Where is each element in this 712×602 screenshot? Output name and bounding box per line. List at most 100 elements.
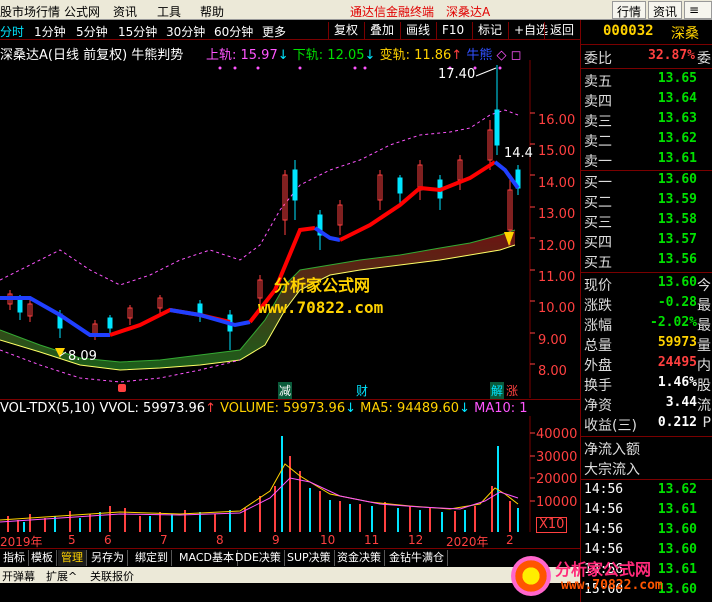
volume-scale: X10	[536, 517, 568, 533]
ask-row[interactable]: 卖四 13.64	[581, 91, 712, 110]
stat-row: 收益(三) 0.212 P	[581, 415, 712, 434]
volume-indicator-name: VOL-TDX(5,10)	[0, 401, 96, 416]
stat-value: -2.02%	[650, 315, 697, 330]
period-tab-timeshare[interactable]: 分时	[0, 23, 24, 40]
back-button[interactable]: 返回	[544, 22, 579, 39]
bid-row[interactable]: 买二 13.59	[581, 192, 712, 211]
watermark-url: www.70822.com	[258, 298, 384, 317]
volume-header: VOL-TDX(5,10) VVOL: 59973.96↑ VOLUME: 59…	[0, 399, 580, 416]
stat-value: 0.212	[657, 415, 697, 430]
bid-row[interactable]: 买一 13.60	[581, 172, 712, 191]
tab-template[interactable]: 模板	[28, 550, 57, 566]
expand-button[interactable]: 扩展^	[46, 568, 77, 584]
ask-label: 卖五	[584, 74, 612, 90]
period-tab-5min[interactable]: 5分钟	[76, 23, 108, 40]
stock-code: 000032	[603, 23, 654, 39]
price-tick: 10.00	[538, 301, 576, 317]
ask-price: 13.65	[657, 71, 697, 86]
stat-label: 现价	[584, 278, 612, 294]
ask-price: 13.61	[657, 151, 697, 166]
stat-value: 59973	[657, 335, 697, 350]
period-tab-15min[interactable]: 15分钟	[118, 23, 157, 40]
stat-row: 换手 1.46% 股	[581, 375, 712, 394]
tab-bind-to[interactable]: 绑定到	[132, 550, 172, 566]
period-tab-60min[interactable]: 60分钟	[214, 23, 253, 40]
tick-price: 13.60	[657, 522, 697, 537]
period-tab-more[interactable]: 更多	[262, 23, 286, 40]
brand-text: 分析家公式网	[555, 560, 652, 579]
period-tab-1min[interactable]: 1分钟	[34, 23, 66, 40]
menu-item-news[interactable]: 资讯	[113, 3, 137, 20]
stock-menu-button[interactable]: ≡ 个股	[684, 1, 712, 19]
ask-row[interactable]: 卖五 13.65	[581, 71, 712, 90]
stat-suffix: 内	[697, 358, 711, 374]
tab-macd[interactable]: MACD基本	[176, 550, 238, 566]
vvol-arrow-icon: ↑	[205, 401, 216, 416]
bid-row[interactable]: 买五 13.56	[581, 252, 712, 271]
price-tick: 8.00	[538, 364, 567, 380]
tab-manage[interactable]: 管理	[58, 550, 87, 566]
flow-label: 净流入额	[584, 442, 640, 458]
volume-tick: 40000	[536, 427, 578, 442]
event-label[interactable]: 解	[490, 382, 505, 399]
vvol-value: VVOL: 59973.96	[99, 401, 206, 416]
menu-bar: 股市场行情 公式网 资讯 工具 帮助 通达信金融终端 深桑达A 行情 资讯 ≡ …	[0, 0, 712, 20]
volume-value: VOLUME: 59973.96	[220, 401, 346, 416]
tab-save-as[interactable]: 另存为	[88, 550, 128, 566]
ask-row[interactable]: 卖三 13.63	[581, 111, 712, 130]
overlay-button[interactable]: 叠加	[364, 22, 399, 39]
news-button[interactable]: 资讯	[648, 1, 683, 19]
bid-label: 买一	[584, 175, 612, 191]
tick-time: 14:56	[584, 482, 624, 497]
brand-logo: 分析家公式网 www.70822.com	[511, 552, 711, 602]
menu-item-formula[interactable]: 公式网	[64, 3, 100, 20]
event-label[interactable]: 财	[356, 382, 368, 399]
price-tick: 16.00	[538, 113, 576, 128]
stat-value: 1.46%	[657, 375, 697, 390]
tick-row: 14:56 13.62	[581, 482, 712, 501]
menu-item-help[interactable]: 帮助	[200, 3, 224, 20]
app-title: 通达信金融终端	[350, 5, 435, 19]
stat-label: 涨跌	[584, 298, 612, 314]
bid-row[interactable]: 买三 13.58	[581, 212, 712, 231]
menu-item-tools[interactable]: 工具	[157, 3, 181, 20]
danmu-button[interactable]: 开弹幕	[2, 568, 35, 584]
date-tick: 12	[408, 533, 424, 547]
tab-indicator[interactable]: 指标	[0, 550, 29, 566]
stat-label: 收益(三)	[584, 418, 637, 434]
ma5-value: MA5: 94489.60	[360, 401, 460, 416]
stat-value: 13.60	[657, 275, 697, 290]
mark-button[interactable]: 标记	[472, 22, 507, 39]
price-chart[interactable]	[0, 60, 580, 398]
ask-row[interactable]: 卖一 13.61	[581, 151, 712, 170]
stat-suffix: 最	[697, 318, 711, 334]
high-annotation: 17.40	[438, 67, 476, 82]
volume-bars	[7, 436, 519, 532]
related-quotes-button[interactable]: 关联报价	[90, 568, 134, 584]
period-tab-30min[interactable]: 30分钟	[166, 23, 205, 40]
price-tick: 9.00	[538, 332, 567, 348]
tab-fund[interactable]: 资金决策	[334, 550, 385, 566]
stat-value: -0.28	[657, 295, 697, 310]
fuquan-button[interactable]: 复权	[328, 22, 363, 39]
ma10-value: MA10: 1	[474, 401, 528, 416]
tab-dde[interactable]: DDE决策	[232, 550, 285, 566]
f10-button[interactable]: F10	[436, 22, 469, 39]
high2-annotation: 14.4	[504, 146, 533, 161]
quote-button[interactable]: 行情	[612, 1, 647, 19]
stat-row: 总量 59973 量	[581, 335, 712, 354]
price-tick: 12.00	[538, 238, 576, 254]
bid-row[interactable]: 买四 13.57	[581, 232, 712, 251]
draw-line-button[interactable]: 画线	[400, 22, 435, 39]
stat-row: 外盘 24495 内	[581, 355, 712, 374]
volume-chart[interactable]	[0, 416, 580, 532]
event-label[interactable]: 减	[278, 382, 293, 399]
date-tick: 8	[216, 533, 224, 547]
tab-sup[interactable]: SUP决策	[284, 550, 335, 566]
price-axis: 16.00 15.00 14.00 13.00 12.00 11.00 10.0…	[538, 105, 575, 388]
event-label[interactable]: 涨	[506, 382, 518, 399]
tab-diamond[interactable]: 金钻牛满仓	[386, 550, 448, 566]
stat-row: 涨跌 -0.28 最	[581, 295, 712, 314]
menu-item-market[interactable]: 股市场行情	[0, 3, 60, 20]
ask-row[interactable]: 卖二 13.62	[581, 131, 712, 150]
